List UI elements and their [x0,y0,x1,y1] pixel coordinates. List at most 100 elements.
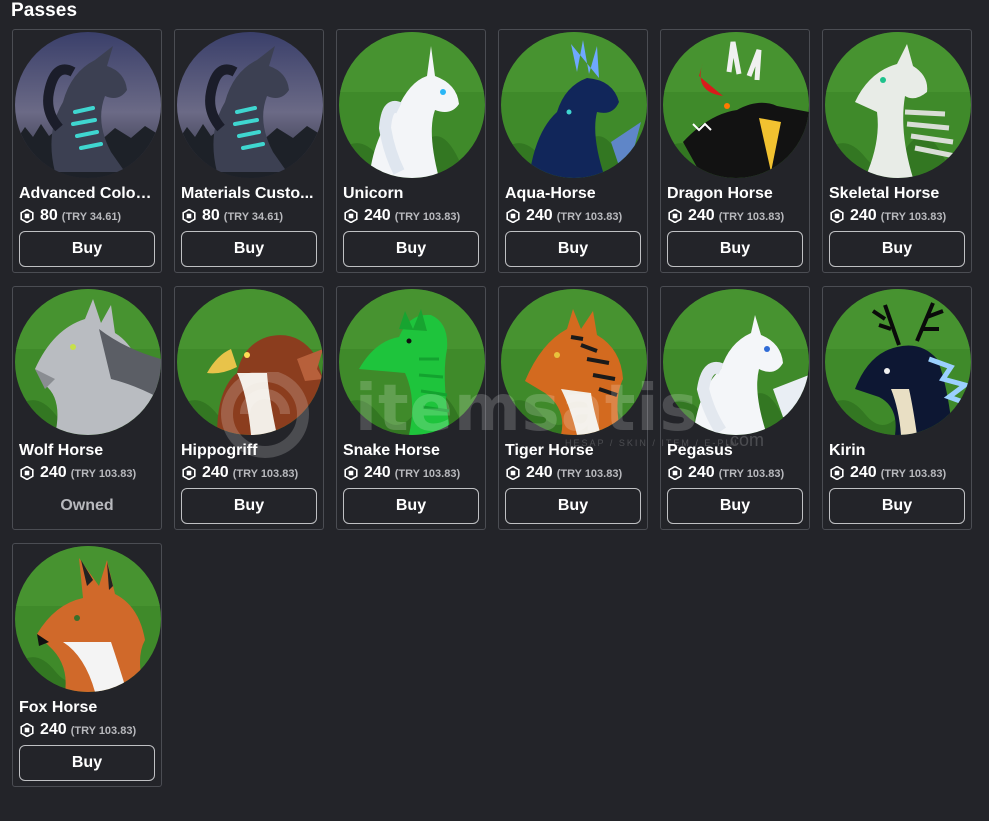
price-local-currency: (TRY 103.83) [880,467,947,480]
pass-price: 240 (TRY 103.83) [20,464,136,482]
pass-image [825,32,971,178]
pass-thumbnail[interactable] [177,32,323,178]
pass-thumbnail[interactable] [663,32,809,178]
pass-name[interactable]: Pegasus [667,442,805,460]
pass-name[interactable]: Hippogriff [181,442,319,460]
pass-card: Hippogriff 240 (TRY 103.83) Buy [174,286,324,530]
buy-button[interactable]: Buy [829,488,965,524]
buy-button[interactable]: Buy [505,488,641,524]
pass-price: 240 (TRY 103.83) [344,207,460,225]
buy-button[interactable]: Buy [19,745,155,781]
passes-grid: Advanced Color ... 80 (TRY 34.61) Buy Materi… [12,29,972,787]
price-local-currency: (TRY 103.83) [718,210,785,223]
buy-button[interactable]: Buy [667,231,803,267]
robux-icon [182,466,196,480]
pass-price: 240 (TRY 103.83) [668,207,784,225]
pass-card: Pegasus 240 (TRY 103.83) Buy [660,286,810,530]
pass-thumbnail[interactable] [501,289,647,435]
pass-image [339,32,485,178]
buy-button[interactable]: Buy [343,231,479,267]
pass-price: 240 (TRY 103.83) [344,464,460,482]
pass-price: 240 (TRY 103.83) [668,464,784,482]
robux-icon [20,723,34,737]
pass-name[interactable]: Advanced Color ... [19,185,157,203]
buy-button[interactable]: Buy [667,488,803,524]
price-local-currency: (TRY 34.61) [223,210,284,223]
robux-icon [830,466,844,480]
price-amount: 240 [40,721,67,738]
pass-image [339,289,485,435]
robux-icon [20,209,34,223]
robux-icon [182,209,196,223]
pass-price: 240 (TRY 103.83) [506,464,622,482]
buy-button[interactable]: Buy [181,488,317,524]
buy-button[interactable]: Buy [829,231,965,267]
price-amount: 240 [40,464,67,481]
section-title: Passes [11,0,78,21]
pass-price: 240 (TRY 103.83) [20,721,136,739]
pass-card: Advanced Color ... 80 (TRY 34.61) Buy [12,29,162,273]
pass-price: 240 (TRY 103.83) [830,207,946,225]
price-amount: 80 [202,207,220,224]
passes-page: Passes Advanced Color ... 80 (TRY 34.61) Bu… [0,0,989,821]
pass-name[interactable]: Fox Horse [19,699,157,717]
pass-image [177,289,323,435]
pass-thumbnail[interactable] [339,289,485,435]
pass-card: Dragon Horse 240 (TRY 103.83) Buy [660,29,810,273]
robux-icon [506,466,520,480]
price-local-currency: (TRY 103.83) [556,210,623,223]
pass-thumbnail[interactable] [501,32,647,178]
price-local-currency: (TRY 103.83) [70,724,137,737]
price-amount: 240 [202,464,229,481]
pass-card: Aqua-Horse 240 (TRY 103.83) Buy [498,29,648,273]
pass-card: Wolf Horse 240 (TRY 103.83) Owned [12,286,162,530]
pass-thumbnail[interactable] [825,32,971,178]
price-amount: 240 [688,464,715,481]
price-amount: 80 [40,207,58,224]
price-amount: 240 [526,207,553,224]
robux-icon [668,209,682,223]
pass-image [663,289,809,435]
pass-image [15,289,161,435]
price-amount: 240 [688,207,715,224]
pass-name[interactable]: Unicorn [343,185,481,203]
pass-image [15,546,161,692]
robux-icon [20,466,34,480]
pass-price: 240 (TRY 103.83) [182,464,298,482]
pass-image [15,32,161,178]
pass-thumbnail[interactable] [15,546,161,692]
pass-thumbnail[interactable] [15,32,161,178]
pass-name[interactable]: Snake Horse [343,442,481,460]
robux-icon [344,466,358,480]
pass-image [501,32,647,178]
price-local-currency: (TRY 103.83) [718,467,785,480]
robux-icon [668,466,682,480]
pass-thumbnail[interactable] [339,32,485,178]
robux-icon [506,209,520,223]
pass-name[interactable]: Materials Custo... [181,185,319,203]
buy-button[interactable]: Buy [343,488,479,524]
pass-name[interactable]: Aqua-Horse [505,185,643,203]
robux-icon [830,209,844,223]
buy-button[interactable]: Buy [505,231,641,267]
pass-image [501,289,647,435]
pass-thumbnail[interactable] [15,289,161,435]
price-local-currency: (TRY 103.83) [880,210,947,223]
pass-name[interactable]: Dragon Horse [667,185,805,203]
buy-button[interactable]: Buy [181,231,317,267]
pass-thumbnail[interactable] [177,289,323,435]
pass-name[interactable]: Kirin [829,442,967,460]
pass-image [663,32,809,178]
price-amount: 240 [364,207,391,224]
pass-thumbnail[interactable] [663,289,809,435]
pass-card: Skeletal Horse 240 (TRY 103.83) Buy [822,29,972,273]
pass-image [825,289,971,435]
robux-icon [344,209,358,223]
pass-thumbnail[interactable] [825,289,971,435]
pass-name[interactable]: Tiger Horse [505,442,643,460]
pass-name[interactable]: Skeletal Horse [829,185,967,203]
buy-button[interactable]: Buy [19,231,155,267]
pass-name[interactable]: Wolf Horse [19,442,157,460]
price-amount: 240 [364,464,391,481]
price-local-currency: (TRY 34.61) [61,210,122,223]
